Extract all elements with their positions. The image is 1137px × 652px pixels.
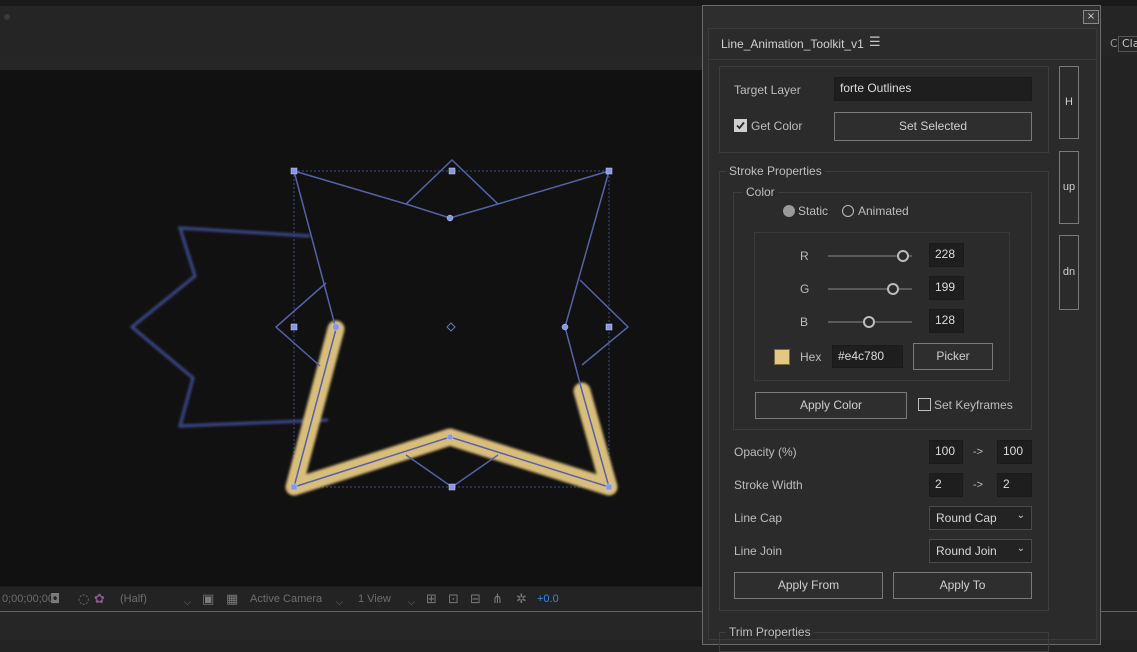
region-of-interest-icon[interactable]: ▣ <box>202 592 214 608</box>
target-layer-label: Target Layer <box>734 83 801 97</box>
r-value-field[interactable]: 228 <box>929 243 964 267</box>
flowchart-icon[interactable]: ⋔ <box>492 592 503 608</box>
title-divider <box>709 59 1096 60</box>
exposure-value[interactable]: +0.0 <box>537 593 559 605</box>
line-cap-dropdown[interactable]: Round Cap ⌄ <box>929 506 1032 530</box>
target-layer-field[interactable]: forte Outlines <box>834 77 1032 101</box>
tab-close-dot[interactable] <box>4 14 10 20</box>
chevron-down-icon: ⌄ <box>1016 543 1025 554</box>
up-button[interactable]: up <box>1059 151 1079 224</box>
b-label: B <box>800 315 809 329</box>
g-value-field[interactable]: 199 <box>929 276 964 300</box>
stroke-width-arrow: -> <box>973 479 984 491</box>
chevron-down-icon: ⌵ <box>408 598 415 608</box>
h-button[interactable]: H <box>1059 66 1079 139</box>
stroke-path-yellow <box>285 320 618 496</box>
opacity-label: Opacity (%) <box>734 445 797 459</box>
stroke-properties-label: Stroke Properties <box>726 164 825 178</box>
view-layout-dropdown[interactable]: 1 View <box>358 593 391 605</box>
picker-button[interactable]: Picker <box>913 343 993 370</box>
animated-radio[interactable] <box>842 205 854 217</box>
line-cap-label: Line Cap <box>734 511 783 525</box>
trim-properties-label: Trim Properties <box>726 625 814 639</box>
g-slider-track[interactable] <box>828 288 912 290</box>
exposure-icon[interactable]: ✲ <box>516 592 527 608</box>
g-label: G <box>800 282 810 296</box>
stroke-width-from-field[interactable]: 2 <box>929 473 963 497</box>
chevron-down-icon: ⌵ <box>184 598 191 608</box>
b-value-field[interactable]: 128 <box>929 309 964 333</box>
toggle-pixel-aspect-icon[interactable]: ⊞ <box>426 592 437 608</box>
anchor-point <box>446 322 456 332</box>
stroke-width-to-field[interactable]: 2 <box>997 473 1032 497</box>
dn-button[interactable]: dn <box>1059 235 1079 310</box>
b-slider-knob[interactable] <box>863 316 875 328</box>
apply-to-button[interactable]: Apply To <box>893 572 1032 599</box>
viewer-toolbar: 0;00;00;00 ◘ ◌ ✿ (Half) ⌵ ▣ ▦ Active Cam… <box>0 586 702 613</box>
static-radio-label: Static <box>798 204 829 218</box>
timeline-icon[interactable]: ⊟ <box>470 592 481 608</box>
set-keyframes-checkbox[interactable] <box>918 398 931 411</box>
get-color-label: Get Color <box>751 119 803 133</box>
g-slider-knob[interactable] <box>887 283 899 295</box>
opacity-to-field[interactable]: 100 <box>997 440 1032 464</box>
background-layer-shape <box>129 226 329 428</box>
apply-color-button[interactable]: Apply Color <box>755 392 907 419</box>
composition-viewer[interactable] <box>0 70 702 586</box>
static-radio[interactable] <box>783 205 795 217</box>
opacity-arrow: -> <box>973 446 984 458</box>
get-color-checkbox[interactable] <box>734 119 747 132</box>
close-button[interactable]: × <box>1083 10 1099 24</box>
snapshot-icon[interactable]: ◘ <box>50 592 60 608</box>
right-panel-edge: C Cla <box>1101 30 1137 60</box>
color-swatch[interactable] <box>774 349 790 365</box>
line-join-value: Round Join <box>936 544 997 558</box>
set-selected-button[interactable]: Set Selected <box>834 112 1032 141</box>
stroke-width-label: Stroke Width <box>734 478 803 492</box>
show-snapshot-icon[interactable]: ◌ <box>78 592 89 608</box>
checkmark-icon <box>736 121 745 130</box>
resolution-dropdown[interactable]: (Half) <box>120 593 147 605</box>
animated-radio-label: Animated <box>858 204 909 218</box>
hex-label: Hex <box>800 350 822 364</box>
opacity-from-field[interactable]: 100 <box>929 440 963 464</box>
hex-field[interactable]: #e4c780 <box>832 345 903 368</box>
camera-dropdown[interactable]: Active Camera <box>250 593 322 605</box>
composition-canvas <box>129 158 630 496</box>
chevron-down-icon: ⌄ <box>1016 510 1025 521</box>
chevron-down-icon: ⌵ <box>336 598 343 608</box>
r-label: R <box>800 249 809 263</box>
panel-title: Line_Animation_Toolkit_v1 <box>721 37 864 51</box>
line-join-dropdown[interactable]: Round Join ⌄ <box>929 539 1032 563</box>
color-group-label: Color <box>743 185 778 199</box>
transparency-grid-icon[interactable]: ▦ <box>226 592 238 608</box>
color-channel-icon[interactable]: ✿ <box>94 592 105 608</box>
menu-icon[interactable]: ☰ <box>869 35 881 50</box>
set-keyframes-label: Set Keyframes <box>934 398 1013 412</box>
r-slider-knob[interactable] <box>897 250 909 262</box>
right-edge-char: C <box>1110 37 1118 50</box>
current-time-display[interactable]: 0;00;00;00 <box>2 593 54 605</box>
apply-from-button[interactable]: Apply From <box>734 572 883 599</box>
fast-previews-icon[interactable]: ⊡ <box>448 592 459 608</box>
viewer-tab-strip <box>0 56 702 71</box>
line-cap-value: Round Cap <box>936 511 997 525</box>
right-edge-field[interactable]: Cla <box>1118 36 1137 52</box>
line-join-label: Line Join <box>734 544 783 558</box>
